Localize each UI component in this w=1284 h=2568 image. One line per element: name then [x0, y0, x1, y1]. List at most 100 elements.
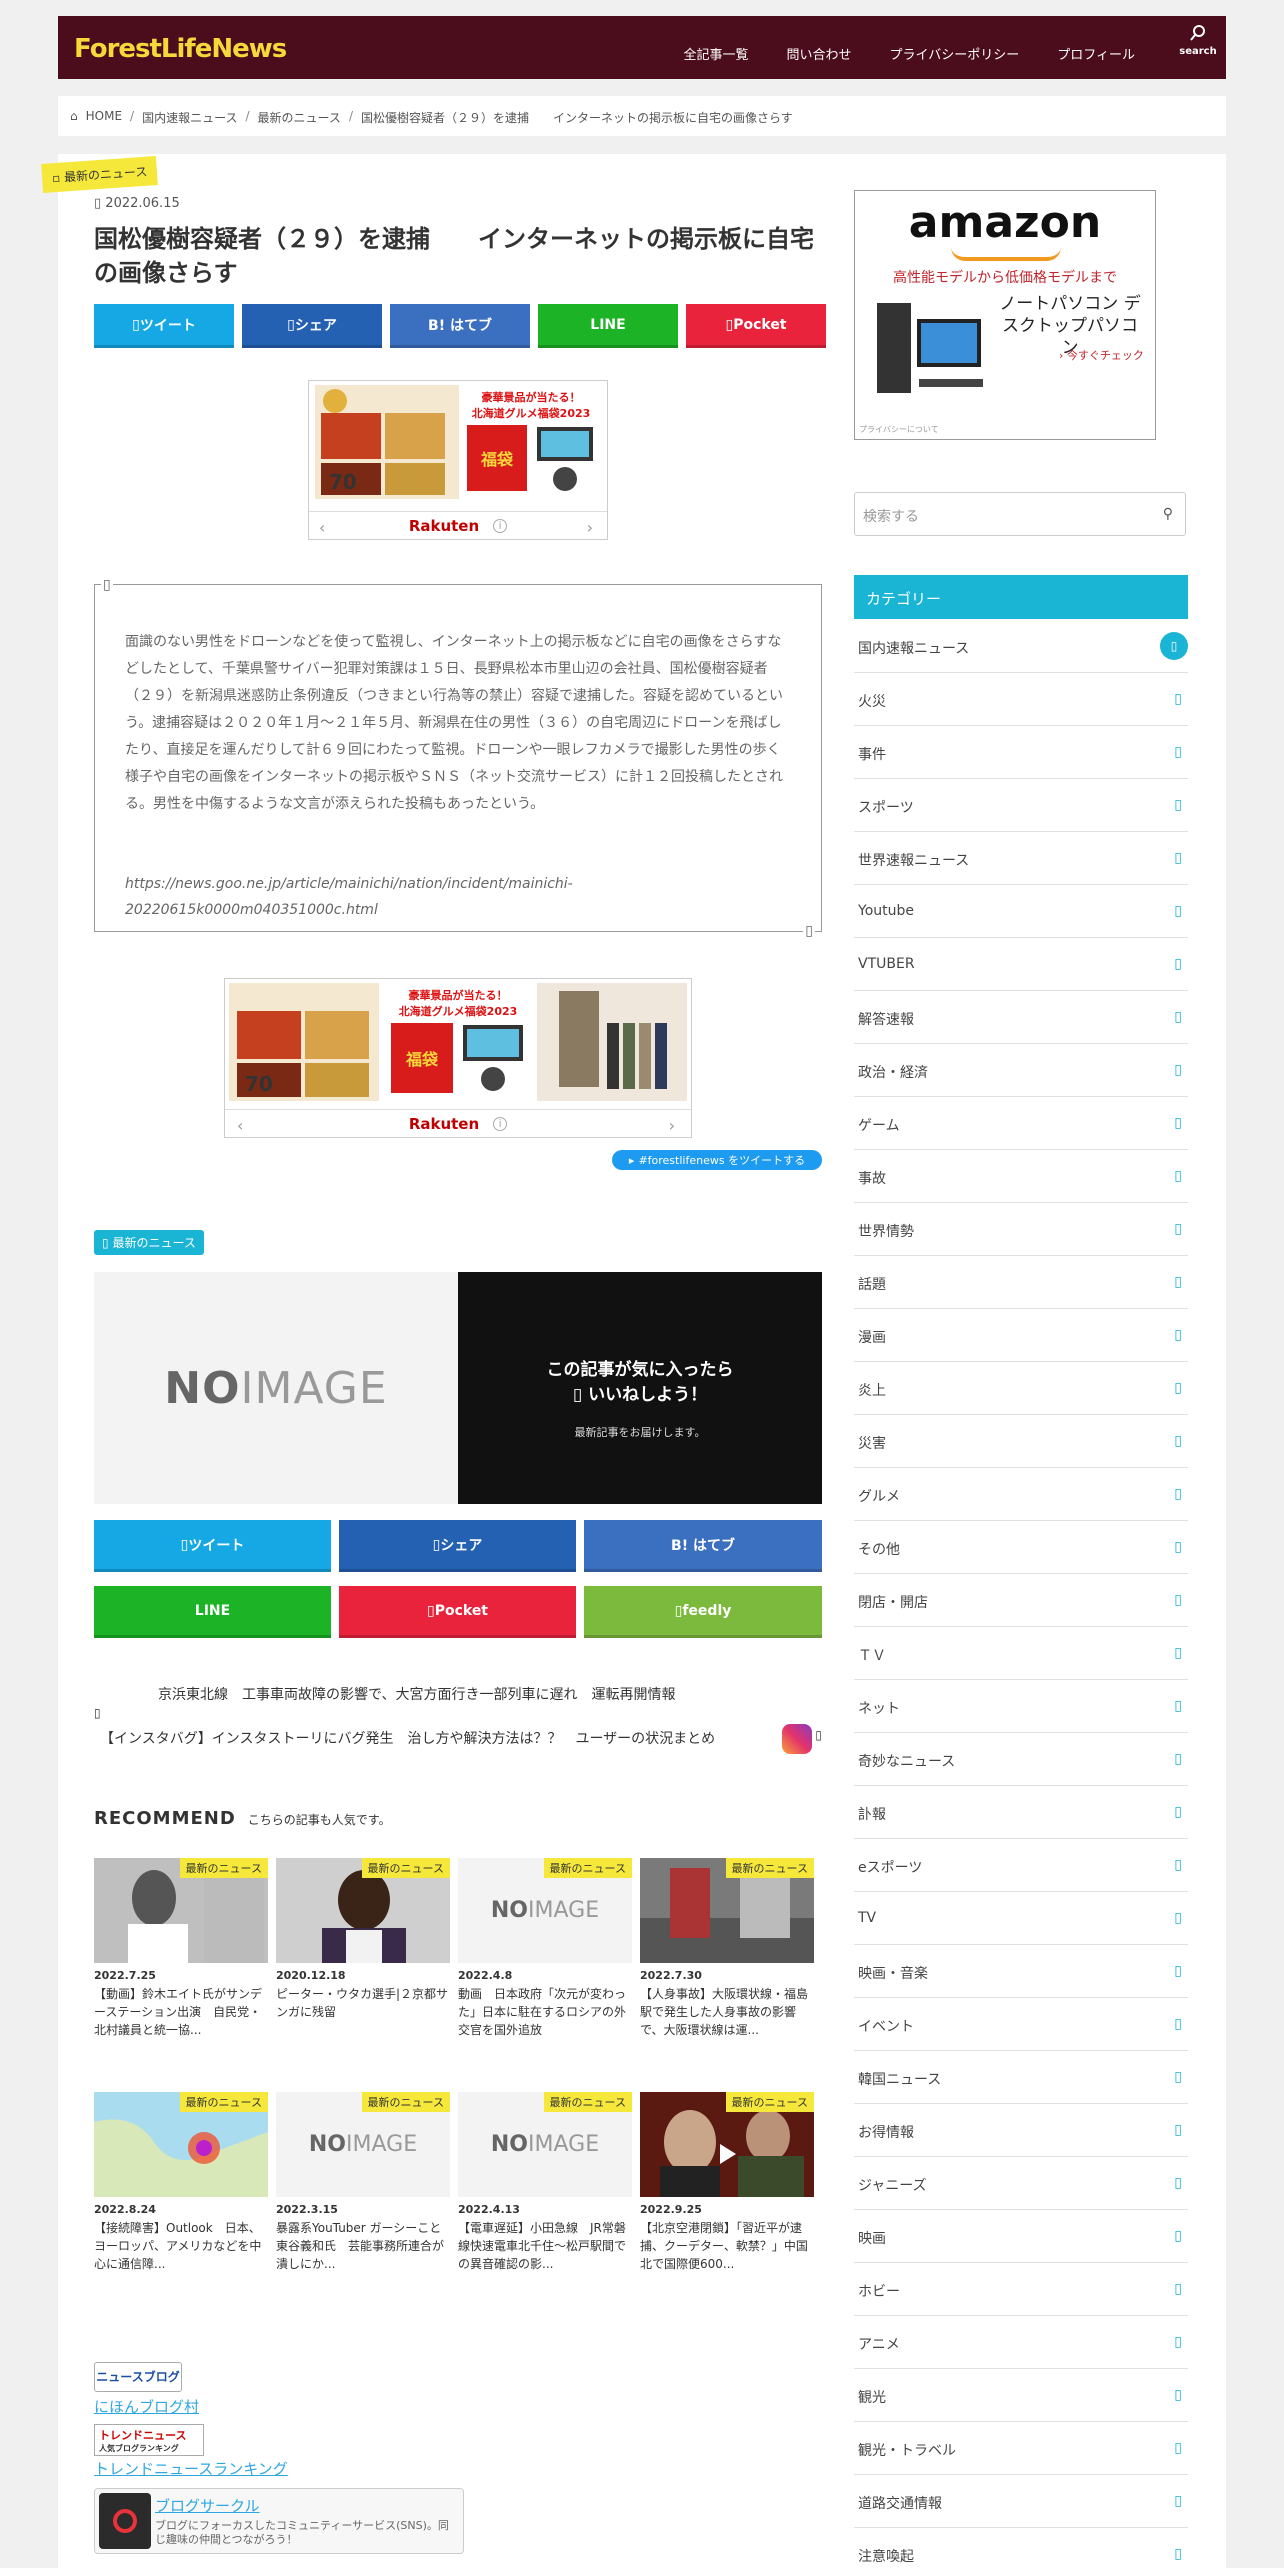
ad-product-osechi-2[interactable]: 70	[229, 983, 379, 1101]
recommend-card[interactable]: NOIMAGE 最新のニュース 2022.4.8 動画 日本政府「次元が変わった…	[458, 1858, 632, 2039]
sidebar-category-item[interactable]: Youtube ▯	[854, 885, 1188, 938]
quote-source[interactable]: https://news.goo.ne.jp/article/mainichi/…	[125, 871, 793, 923]
sidebar-category-item[interactable]: 解答速報 ▯	[854, 991, 1188, 1044]
sidebar-category-item[interactable]: TV ▯	[854, 1892, 1188, 1945]
recommend-card[interactable]: 最新のニュース 2022.7.30 【人身事故】大阪環状線・福島駅で発生した人身…	[640, 1858, 814, 2039]
breadcrumb-home[interactable]: HOME	[86, 109, 122, 123]
prev-article-link[interactable]: 京浜東北線 工事車両故障の影響で、大宮方面行き一部列車に遅れ 運転再開情報	[94, 1684, 822, 1704]
sidebar-category-item[interactable]: アニメ ▯	[854, 2316, 1188, 2369]
sidebar-category-item[interactable]: 漫画 ▯	[854, 1309, 1188, 1362]
sidebar-category-item[interactable]: 観光・トラベル ▯	[854, 2422, 1188, 2475]
sidebar-category-item[interactable]: 政治・経済 ▯	[854, 1044, 1188, 1097]
amazon-ad[interactable]: amazon 高性能モデルから低価格モデルまで ノートパソコン デスクトップパソ…	[854, 190, 1156, 440]
sidebar-category-item[interactable]: 注意喚起 ▯	[854, 2528, 1188, 2568]
sidebar-category-item[interactable]: eスポーツ ▯	[854, 1839, 1188, 1892]
sidebar-category-item[interactable]: 事故 ▯	[854, 1150, 1188, 1203]
sidebar-category-item[interactable]: 炎上 ▯	[854, 1362, 1188, 1415]
chevron-right-icon[interactable]: ›	[669, 1116, 675, 1135]
sidebar-category-item[interactable]: 観光 ▯	[854, 2369, 1188, 2422]
sidebar-category-item[interactable]: お得情報 ▯	[854, 2104, 1188, 2157]
sidebar-category-item[interactable]: 災害 ▯	[854, 1415, 1188, 1468]
sidebar-category-item[interactable]: VTUBER ▯	[854, 938, 1188, 991]
chevron-left-icon[interactable]: ‹	[237, 1116, 243, 1135]
recommend-card[interactable]: NOIMAGE 最新のニュース 2022.4.13 【電車遅延】小田急線 JR常…	[458, 2092, 632, 2273]
sidebar-category-item[interactable]: 火災 ▯	[854, 673, 1188, 726]
news-blog-banner[interactable]: ニュースブログ	[94, 2362, 182, 2392]
chevron-left-icon[interactable]: ▯	[94, 1706, 101, 1720]
category-ribbon[interactable]: ▫ 最新のニュース	[41, 156, 159, 193]
line-share-button-bottom[interactable]: LINE	[94, 1586, 331, 1638]
sidebar-category-item[interactable]: 映画 ▯	[854, 2210, 1188, 2263]
site-logo[interactable]: ForestLifeNews	[74, 34, 287, 64]
card-date: 2022.9.25	[640, 2203, 702, 2216]
nihon-blog-mura-link[interactable]: にほんブログ村	[94, 2396, 199, 2417]
sidebar-category-item[interactable]: 訃報 ▯	[854, 1786, 1188, 1839]
recommend-card[interactable]: 最新のニュース 2022.9.25 【北京空港閉鎖】「習近平が逮捕、クーデター、…	[640, 2092, 814, 2273]
breadcrumb-domestic-news[interactable]: 国内速報ニュース	[142, 109, 237, 125]
rakuten-ad-middle[interactable]: 70 豪華景品が当たる！ 北海道グルメ福袋2023 福袋 ‹ Rakuten i…	[224, 978, 692, 1138]
sidebar-category-item[interactable]: 話題 ▯	[854, 1256, 1188, 1309]
recommend-card[interactable]: 最新のニュース 2020.12.18 ピーター・ウタカ選手|２京都サンガに残留	[276, 1858, 450, 2021]
recommend-card[interactable]: NOIMAGE 最新のニュース 2022.3.15 暴露系YouTuber ガー…	[276, 2092, 450, 2273]
trend-news-banner[interactable]: トレンドニュース 人気ブログランキング	[94, 2424, 204, 2456]
sidebar-category-item[interactable]: 閉店・開店 ▯	[854, 1574, 1188, 1627]
breadcrumb-latest-news[interactable]: 最新のニュース	[258, 109, 341, 125]
next-article-link[interactable]: 【インスタバグ】インスタストーリにバグ発生 治し方や解決方法は？？ ユーザーの状…	[94, 1724, 822, 1754]
recommend-card[interactable]: 最新のニュース 2022.7.25 【動画】鈴木エイト氏がサンデーステーション出…	[94, 1858, 268, 2039]
rakuten-ad-top[interactable]: 70 豪華景品が当たる！ 北海道グルメ福袋2023 福袋 ‹ Rakuten i…	[308, 380, 608, 540]
search-icon[interactable]: ⚲	[1163, 506, 1173, 522]
ad-product-fukubukuro-2[interactable]: 豪華景品が当たる！ 北海道グルメ福袋2023 福袋	[383, 983, 533, 1101]
ad-product-pants[interactable]	[537, 983, 687, 1101]
facebook-share-button-bottom[interactable]: ▯ シェア	[339, 1520, 576, 1572]
hashtag-tweet-button[interactable]: ▸ #forestlifenews をツイートする	[612, 1150, 822, 1170]
sidebar-category-item[interactable]: 世界速報ニュース ▯	[854, 832, 1188, 885]
sidebar-category-item[interactable]: 韓国ニュース ▯	[854, 2051, 1188, 2104]
sidebar-category-item[interactable]: ホビー ▯	[854, 2263, 1188, 2316]
sidebar-category-item[interactable]: ＴＶ ▯	[854, 1627, 1188, 1680]
amazon-privacy[interactable]: プライバシーについて	[859, 424, 939, 435]
sidebar-category-item[interactable]: ネット ▯	[854, 1680, 1188, 1733]
sidebar-category-label: 訃報	[858, 1807, 886, 1823]
sidebar-category-item[interactable]: 道路交通情報 ▯	[854, 2475, 1188, 2528]
pocket-button[interactable]: ▯ Pocket	[686, 304, 826, 348]
sidebar-category-item[interactable]: 奇妙なニュース ▯	[854, 1733, 1188, 1786]
info-icon[interactable]: i	[493, 1116, 508, 1131]
sidebar-category-item[interactable]: ジャニーズ ▯	[854, 2157, 1188, 2210]
hatena-bookmark-button[interactable]: B! はてブ	[390, 304, 530, 348]
feedly-button[interactable]: ▯ feedly	[584, 1586, 822, 1638]
sidebar-category-item[interactable]: その他 ▯	[854, 1521, 1188, 1574]
ad-product-fukubukuro[interactable]: 豪華景品が当たる！ 北海道グルメ福袋2023 福袋	[459, 385, 603, 499]
chevron-right-icon[interactable]: ›	[587, 518, 593, 537]
blog-circle-card[interactable]: ブログサークル ブログにフォーカスしたコミュニティーサービス(SNS)。同じ趣味…	[94, 2488, 464, 2554]
sidebar-category-item[interactable]: ゲーム ▯	[854, 1097, 1188, 1150]
sidebar-category-item[interactable]: 国内速報ニュース ▯	[854, 620, 1188, 673]
recommend-card[interactable]: 最新のニュース 2022.8.24 【接続障害】Outlook 日本、ヨーロッパ…	[94, 2092, 268, 2273]
ad-product-osechi[interactable]: 70	[315, 385, 459, 499]
hatena-bookmark-button-bottom[interactable]: B! はてブ	[584, 1520, 822, 1572]
pocket-button-bottom[interactable]: ▯ Pocket	[339, 1586, 576, 1638]
chevron-left-icon[interactable]: ‹	[319, 518, 325, 537]
sidebar-category-item[interactable]: 世界情勢 ▯	[854, 1203, 1188, 1256]
nav-all-articles[interactable]: 全記事一覧	[664, 30, 767, 77]
sidebar-category-item[interactable]: グルメ ▯	[854, 1468, 1188, 1521]
section-category-badge[interactable]: ▯ 最新のニュース	[94, 1230, 204, 1255]
sidebar-category-item[interactable]: スポーツ ▯	[854, 779, 1188, 832]
chevron-right-icon: ▯	[1174, 1857, 1182, 1873]
chevron-right-icon[interactable]: ▯	[815, 1728, 822, 1742]
blog-circle-link[interactable]: ブログサークル	[155, 2495, 260, 2516]
tweet-button[interactable]: ▯ ツイート	[94, 304, 234, 348]
sidebar-category-item[interactable]: 映画・音楽 ▯	[854, 1945, 1188, 1998]
trend-news-ranking-link[interactable]: トレンドニュースランキング	[94, 2458, 288, 2479]
amazon-cta[interactable]: › 今すぐチェック	[1059, 347, 1144, 363]
tweet-button-bottom[interactable]: ▯ ツイート	[94, 1520, 331, 1572]
nav-contact[interactable]: 問い合わせ	[767, 30, 870, 77]
nav-profile[interactable]: プロフィール	[1038, 30, 1154, 77]
info-icon[interactable]: i	[493, 518, 508, 533]
nav-privacy-policy[interactable]: プライバシーポリシー	[871, 30, 1039, 77]
facebook-share-button[interactable]: ▯ シェア	[242, 304, 382, 348]
sidebar-search-input[interactable]: 検索する ⚲	[854, 492, 1186, 536]
line-share-button[interactable]: LINE	[538, 304, 678, 348]
sidebar-category-item[interactable]: イベント ▯	[854, 1998, 1188, 2051]
header-search-button[interactable]: search	[1178, 24, 1218, 57]
sidebar-category-item[interactable]: 事件 ▯	[854, 726, 1188, 779]
